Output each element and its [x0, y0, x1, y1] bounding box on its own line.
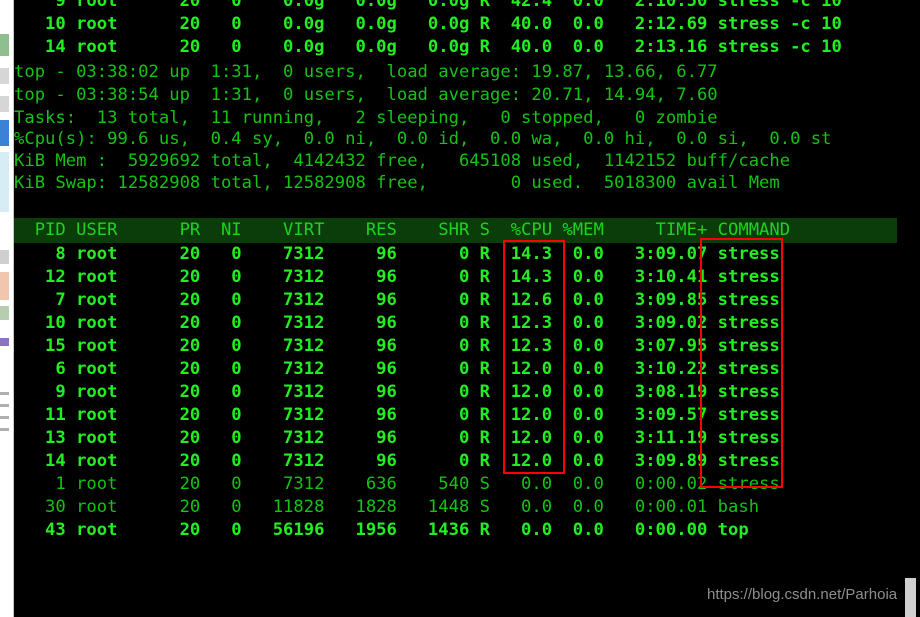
sidebar-color-chip-selected: [0, 120, 9, 146]
watermark-text: https://blog.csdn.net/Parhoia: [707, 586, 898, 603]
table-row[interactable]: 30 root 20 0 11828 1828 1448 S 0.0 0.0 0…: [14, 496, 759, 519]
table-row[interactable]: 10 root 20 0 7312 96 0 R 12.3 0.0 3:09.0…: [14, 312, 780, 335]
scrollback-line: 9 root 20 0 0.0g 0.0g 0.0g R 42.4 0.0 2:…: [14, 0, 842, 11]
vertical-scrollbar-thumb[interactable]: [905, 578, 916, 617]
screenshot-root: 9 root 20 0 0.0g 0.0g 0.0g R 42.4 0.0 2:…: [0, 0, 920, 617]
table-row[interactable]: 8 root 20 0 7312 96 0 R 14.3 0.0 3:09.07…: [14, 243, 779, 266]
top-uptime-line-previous: top - 03:38:02 up 1:31, 0 users, load av…: [14, 62, 718, 82]
table-row[interactable]: 12 root 20 0 7312 96 0 R 14.3 0.0 3:10.4…: [14, 266, 780, 289]
table-row[interactable]: 15 root 20 0 7312 96 0 R 12.3 0.0 3:07.9…: [14, 335, 780, 358]
scrollback-line: 10 root 20 0 0.0g 0.0g 0.0g R 40.0 0.0 2…: [14, 14, 842, 34]
sidebar-scroll-dots: [0, 416, 9, 419]
sidebar-color-chip: [0, 250, 9, 264]
sidebar-color-chip: [0, 34, 9, 56]
table-row[interactable]: 43 root 20 0 56196 1956 1436 R 0.0 0.0 0…: [14, 519, 749, 542]
sidebar-color-chip: [0, 306, 9, 320]
swap-line: KiB Swap: 12582908 total, 12582908 free,…: [14, 173, 780, 193]
sidebar-color-chip: [0, 152, 9, 212]
table-row[interactable]: 14 root 20 0 7312 96 0 R 12.0 0.0 3:09.8…: [14, 450, 780, 473]
process-table-header-text: PID USER PR NI VIRT RES SHR S %CPU %MEM …: [14, 220, 791, 240]
sidebar-color-chip: [0, 68, 9, 84]
table-row[interactable]: 6 root 20 0 7312 96 0 R 12.0 0.0 3:10.22…: [14, 358, 779, 381]
table-row[interactable]: 7 root 20 0 7312 96 0 R 12.6 0.0 3:09.85…: [14, 289, 779, 312]
sidebar-scroll-dots: [0, 428, 9, 431]
process-table-header[interactable]: PID USER PR NI VIRT RES SHR S %CPU %MEM …: [14, 218, 897, 243]
tasks-line: Tasks: 13 total, 11 running, 2 sleeping,…: [14, 108, 718, 128]
sidebar-color-chip: [0, 96, 9, 112]
background-window-sliver: [0, 0, 14, 617]
top-uptime-line: top - 03:38:54 up 1:31, 0 users, load av…: [14, 85, 718, 105]
table-row[interactable]: 13 root 20 0 7312 96 0 R 12.0 0.0 3:11.1…: [14, 427, 780, 450]
table-row[interactable]: 1 root 20 0 7312 636 540 S 0.0 0.0 0:00.…: [14, 473, 779, 496]
cpu-usage-line: %Cpu(s): 99.6 us, 0.4 sy, 0.0 ni, 0.0 id…: [14, 129, 832, 149]
sidebar-color-chip: [0, 338, 9, 346]
memory-line: KiB Mem : 5929692 total, 4142432 free, 6…: [14, 151, 791, 171]
terminal-window[interactable]: 9 root 20 0 0.0g 0.0g 0.0g R 42.4 0.0 2:…: [14, 0, 920, 617]
sidebar-scroll-dots: [0, 392, 9, 395]
table-row[interactable]: 9 root 20 0 7312 96 0 R 12.0 0.0 3:08.19…: [14, 381, 779, 404]
table-row[interactable]: 11 root 20 0 7312 96 0 R 12.0 0.0 3:09.5…: [14, 404, 780, 427]
sidebar-color-chip: [0, 272, 9, 300]
sidebar-scroll-dots: [0, 404, 9, 407]
scrollback-line: 14 root 20 0 0.0g 0.0g 0.0g R 40.0 0.0 2…: [14, 37, 842, 57]
